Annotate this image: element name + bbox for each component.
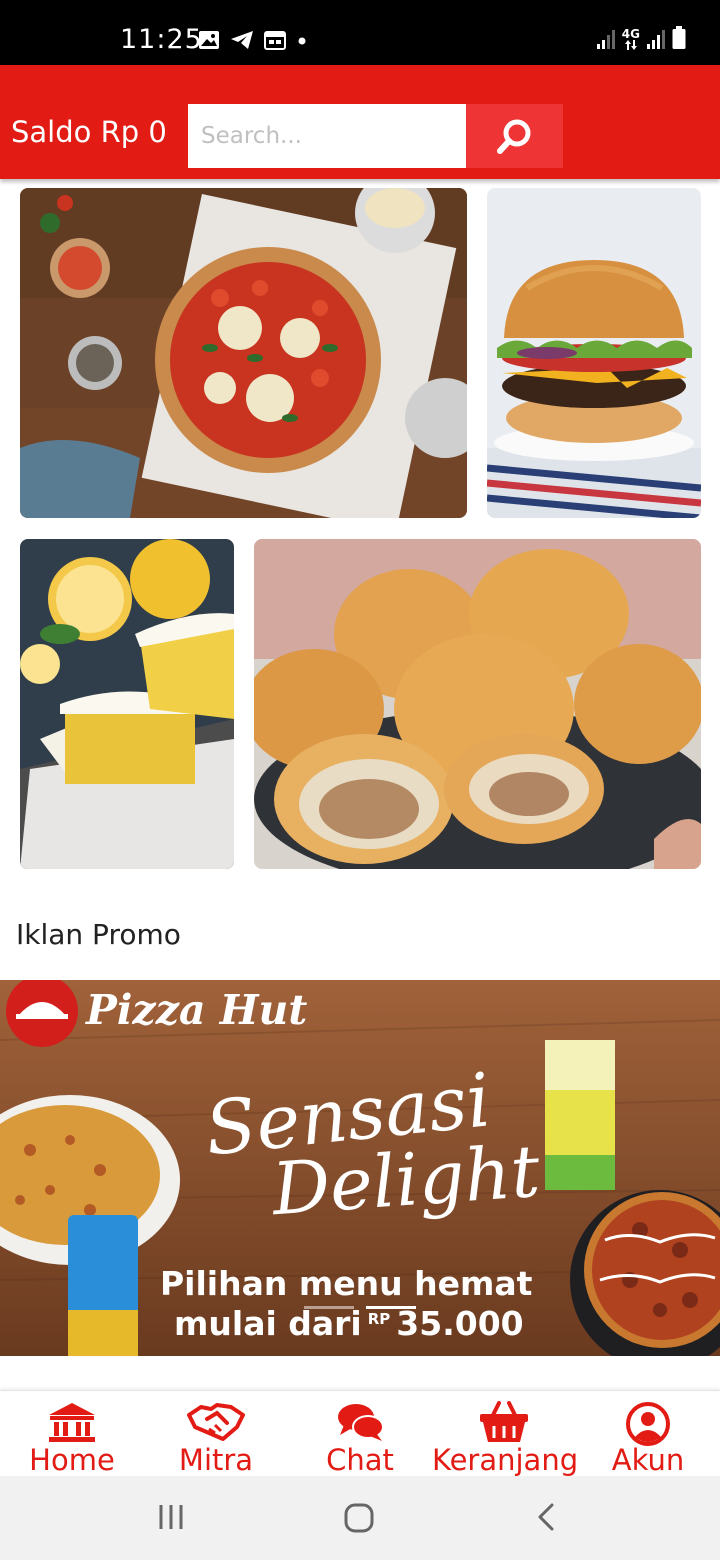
image-icon (199, 31, 219, 49)
chat-icon (338, 1404, 384, 1441)
telegram-icon (231, 31, 253, 49)
status-notification-icons (198, 30, 308, 50)
nav-home[interactable]: Home (0, 1391, 144, 1477)
pizza-image (20, 188, 467, 518)
home-circle-icon[interactable] (343, 1502, 375, 1534)
signal-icon (596, 30, 615, 49)
offer-prefix: mulai dari (174, 1304, 362, 1343)
app-header: Saldo Rp 0 (0, 65, 720, 179)
promo-section-title: Iklan Promo (16, 918, 181, 951)
search-button[interactable] (466, 104, 563, 168)
search-icon (496, 119, 530, 154)
burger-image (487, 188, 701, 518)
tile-bakpao[interactable] (254, 539, 701, 869)
bun-image (254, 539, 701, 869)
nav-mitra[interactable]: Mitra (144, 1391, 288, 1477)
tile-pizza[interactable] (20, 188, 467, 518)
promo-banner[interactable]: Pizza Hut Sensasi Delight Pilihan menu h… (0, 980, 720, 1356)
status-system-icons: 4G (596, 26, 686, 50)
nav-chat[interactable]: Chat (288, 1391, 432, 1477)
basket-icon (480, 1401, 528, 1442)
calendar-icon (264, 31, 286, 50)
signal-4g-icon (647, 30, 665, 49)
nav-keranjang[interactable]: Keranjang (432, 1391, 579, 1477)
brand-name: Pizza Hut (86, 986, 308, 1034)
carousel-dot[interactable] (304, 1306, 354, 1309)
data-arrows-icon (624, 40, 637, 50)
tile-burger[interactable] (487, 188, 701, 518)
tile-lemon-cake[interactable] (20, 539, 234, 869)
nav-mitra-label: Mitra (178, 1443, 254, 1477)
system-navigation-bar (0, 1476, 720, 1560)
offer-line-2: mulai dari RP 35.000 (174, 1304, 524, 1343)
handshake-icon (187, 1403, 245, 1441)
recent-apps-icon[interactable] (156, 1502, 186, 1532)
status-bar: 11:25 4G (0, 0, 720, 65)
cake-image (20, 539, 234, 869)
currency-label: RP (367, 1310, 391, 1328)
bank-icon (49, 1403, 95, 1442)
nav-keranjang-label: Keranjang (432, 1443, 579, 1477)
bottom-navigation: Home Mitra Chat Keranjang Akun (0, 1390, 720, 1477)
battery-icon (672, 26, 686, 49)
nav-home-label: Home (29, 1443, 115, 1477)
offer-line-1: Pilihan menu hemat (160, 1264, 533, 1303)
carousel-indicator (304, 1306, 416, 1309)
search-input[interactable] (188, 104, 466, 168)
balance-label: Saldo Rp 0 (11, 115, 167, 149)
nav-chat-label: Chat (326, 1443, 394, 1477)
network-type: 4G (621, 27, 640, 41)
nav-akun-label: Akun (611, 1443, 685, 1477)
dot-icon (298, 37, 306, 45)
price-label: 35.000 (396, 1304, 524, 1343)
back-icon[interactable] (534, 1502, 560, 1532)
carousel-dot-active[interactable] (366, 1306, 416, 1309)
account-icon (626, 1402, 670, 1446)
status-time: 11:25 (120, 24, 203, 55)
nav-akun[interactable]: Akun (576, 1391, 720, 1477)
